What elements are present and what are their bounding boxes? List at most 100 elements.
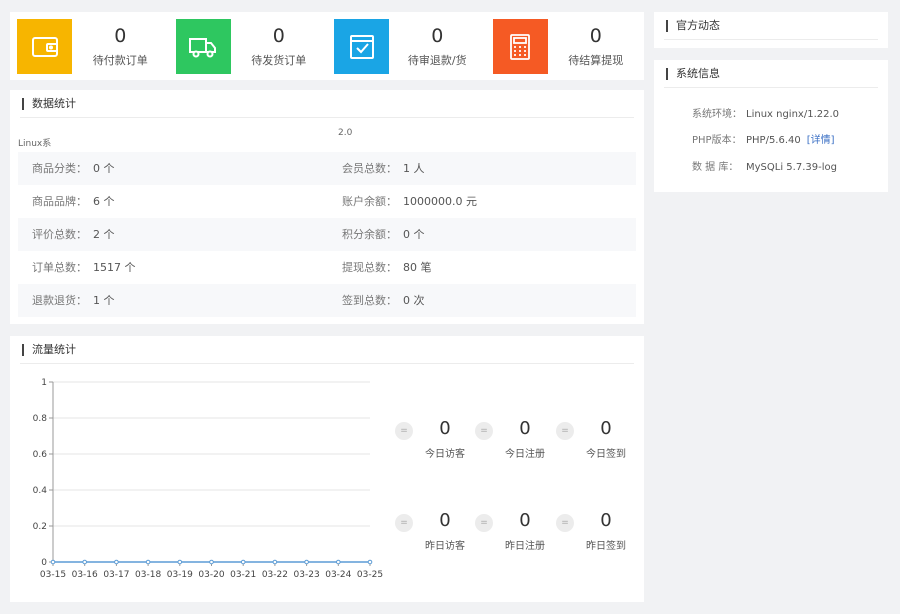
stat-value: 1 个	[93, 294, 115, 307]
x-tick-label: 03-17	[103, 570, 129, 580]
stat-key: 退款退货：	[32, 294, 87, 307]
card-pending-payment[interactable]: 0 待付款订单	[10, 12, 169, 80]
card-value: 0	[272, 25, 285, 47]
traffic-label: 今日访客	[425, 449, 465, 460]
official-news-panel: 官方动态	[654, 12, 888, 48]
data-point	[367, 559, 373, 565]
stat-value: 1 人	[403, 162, 425, 175]
faint-text: 2.0	[338, 128, 353, 138]
y-tick-label: 0	[41, 558, 47, 568]
stat-circle-icon: =	[556, 422, 574, 440]
stat-value: 2 个	[93, 228, 115, 241]
info-row-php: PHP版本： PHP/5.6.40 [详情]	[692, 131, 835, 146]
wallet-icon	[17, 19, 72, 74]
check-box-icon	[334, 19, 389, 74]
php-details-link[interactable]: [详情]	[807, 135, 835, 146]
panel-title: 官方动态	[664, 12, 878, 40]
data-point	[50, 559, 56, 565]
x-tick-label: 03-21	[230, 570, 256, 580]
stat-value: 0 个	[403, 228, 425, 241]
info-key: 系统环境：	[692, 109, 742, 120]
traffic-value: 0	[600, 510, 612, 531]
panel-title: 系统信息	[664, 60, 878, 88]
stat-circle-icon: =	[475, 514, 493, 532]
x-tick-label: 03-16	[72, 570, 98, 580]
y-tick-label: 0.2	[33, 522, 47, 532]
traffic-value: 0	[519, 418, 531, 439]
traffic-line-chart: 0 0.2 0.4 0.6 0.8 1 03-15 03-16 03-17 03-18 03-19 0…	[33, 378, 383, 580]
traffic-label: 昨日访客	[425, 541, 465, 552]
data-point	[336, 559, 341, 565]
stat-value: 80 笔	[403, 261, 432, 274]
traffic-stat-yesterday-visitors: = 0 昨日访客	[393, 510, 473, 558]
card-pending-shipment[interactable]: 0 待发货订单	[169, 12, 328, 80]
stat-key: 商品品牌：	[32, 195, 87, 208]
stat-key: 评价总数：	[32, 228, 87, 241]
card-pending-withdrawal[interactable]: 0 待结算提现	[486, 12, 645, 80]
x-tick-label: 03-20	[198, 570, 224, 580]
stat-row: 订单总数： 1517 个 提现总数： 80 笔	[18, 251, 636, 284]
stat-key: 订单总数：	[32, 261, 87, 274]
x-tick-label: 03-23	[294, 570, 320, 580]
traffic-stat-today-registrations: = 0 今日注册	[473, 418, 553, 466]
stat-row: 商品品牌： 6 个 账户余额： 1000000.0 元	[18, 185, 636, 218]
stat-value: 0 个	[93, 162, 115, 175]
stat-key: 签到总数：	[342, 294, 397, 307]
stat-circle-icon: =	[395, 422, 413, 440]
stat-value: 6 个	[93, 195, 115, 208]
card-value: 0	[114, 25, 127, 47]
data-point	[82, 559, 87, 565]
x-tick-label: 03-15	[40, 570, 66, 580]
panel-title: 数据统计	[20, 90, 634, 118]
stat-key: 会员总数：	[342, 162, 397, 175]
data-point	[209, 559, 214, 565]
stat-circle-icon: =	[556, 514, 574, 532]
data-point	[145, 559, 151, 565]
traffic-label: 昨日注册	[505, 541, 545, 552]
data-point	[272, 559, 278, 565]
calculator-icon	[492, 19, 548, 74]
traffic-value: 0	[519, 510, 531, 531]
data-point	[177, 559, 183, 565]
stat-key: 提现总数：	[342, 261, 397, 274]
card-value: 0	[589, 25, 602, 47]
card-label: 待付款订单	[92, 54, 148, 67]
card-label: 待发货订单	[251, 54, 307, 67]
x-tick-label: 03-19	[167, 570, 193, 580]
stat-row: 商品分类： 0 个 会员总数： 1 人	[18, 152, 636, 185]
card-label: 待结算提现	[568, 54, 624, 67]
traffic-statistics-panel: 流量统计 0 0.2 0.4 0.6 0.8 1 03-15 03-16 03-17 03-18 0…	[10, 336, 644, 602]
y-tick-label: 0.4	[33, 486, 48, 496]
stat-value: 1000000.0 元	[403, 195, 477, 208]
stat-row: 评价总数： 2 个 积分余额： 0 个	[18, 218, 636, 251]
stat-key: 积分余额：	[342, 228, 397, 241]
x-tick-label: 03-25	[357, 570, 383, 580]
card-value: 0	[431, 25, 444, 47]
traffic-label: 昨日签到	[586, 541, 626, 552]
stat-row: 退款退货： 1 个 签到总数： 0 次	[18, 284, 636, 317]
data-point	[304, 559, 309, 565]
x-tick-label: 03-22	[262, 570, 288, 580]
info-key: PHP版本：	[692, 135, 742, 146]
stat-circle-icon: =	[475, 422, 493, 440]
traffic-value: 0	[600, 418, 612, 439]
info-key: 数 据 库：	[692, 162, 739, 173]
x-tick-label: 03-18	[135, 570, 161, 580]
x-tick-label: 03-24	[325, 570, 351, 580]
traffic-stat-yesterday-registrations: = 0 昨日注册	[473, 510, 553, 558]
card-label: 待审退款/货	[407, 54, 467, 67]
stat-key: 商品分类：	[32, 162, 87, 175]
traffic-value: 0	[439, 510, 451, 531]
info-row-os: 系统环境： Linux nginx/1.22.0	[692, 105, 839, 120]
y-tick-label: 1	[41, 378, 47, 388]
info-value: Linux nginx/1.22.0	[746, 109, 840, 120]
stat-circle-icon: =	[395, 514, 413, 532]
traffic-stat-yesterday-checkins: = 0 昨日签到	[554, 510, 634, 558]
traffic-stat-today-checkins: = 0 今日签到	[554, 418, 634, 466]
y-tick-label: 0.6	[33, 450, 48, 460]
traffic-label: 今日签到	[586, 449, 626, 460]
data-point	[240, 559, 246, 565]
traffic-label: 今日注册	[505, 449, 545, 460]
card-pending-refund[interactable]: 0 待审退款/货	[327, 12, 486, 80]
faint-text: Linux系	[18, 139, 52, 149]
